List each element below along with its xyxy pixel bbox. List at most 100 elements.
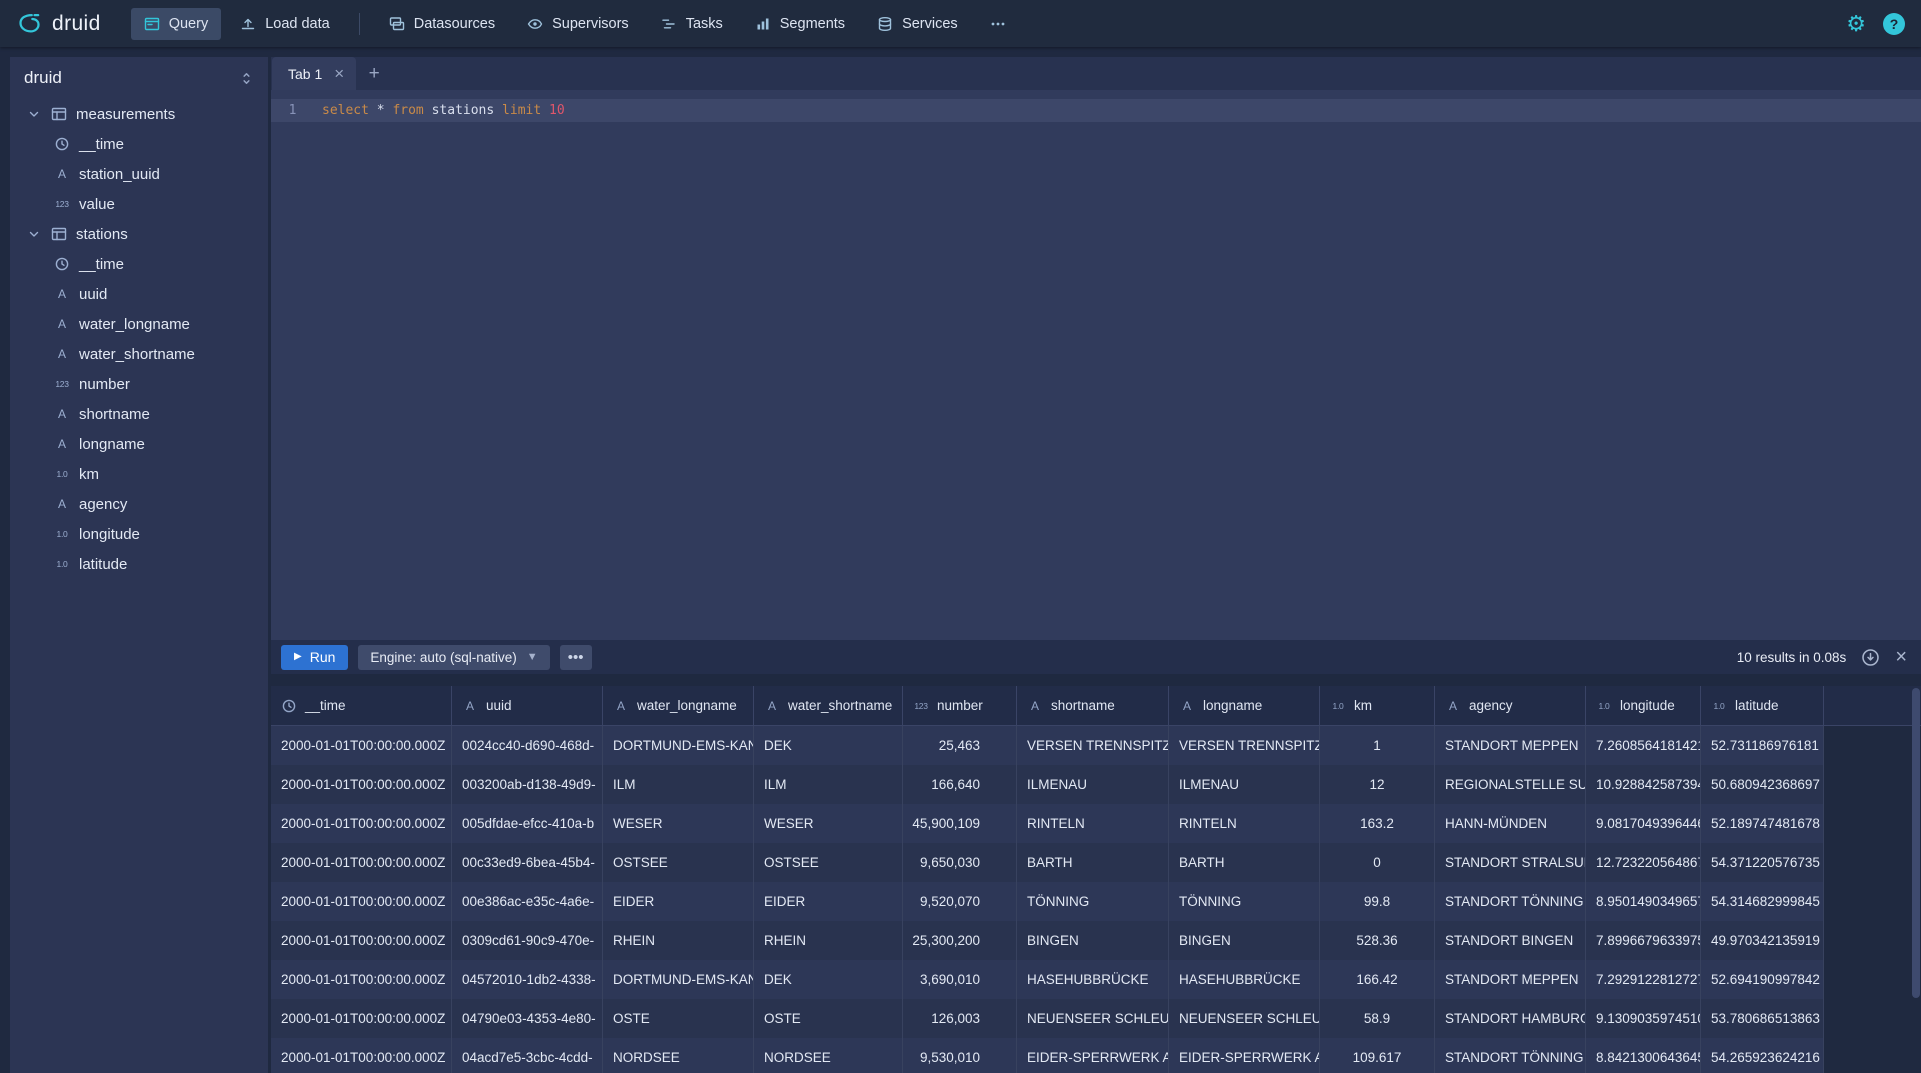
cell-km[interactable]: 528.36	[1320, 921, 1435, 960]
cell-__time[interactable]: 2000-01-01T00:00:00.000Z	[271, 765, 452, 804]
cell-water_longname[interactable]: DORTMUND-EMS-KANAL	[603, 960, 754, 999]
tree-column-longitude[interactable]: 1.0longitude	[10, 519, 268, 549]
tree-table-measurements[interactable]: measurements	[10, 99, 268, 129]
cell-agency[interactable]: STANDORT HAMBURG	[1435, 999, 1586, 1038]
tree-column-uuid[interactable]: Auuid	[10, 279, 268, 309]
tree-column-latitude[interactable]: 1.0latitude	[10, 549, 268, 579]
cell-number[interactable]: 126,003	[903, 999, 1017, 1038]
cell-water_longname[interactable]: NORDSEE	[603, 1038, 754, 1073]
cell-number[interactable]: 9,520,070	[903, 882, 1017, 921]
cell-uuid[interactable]: 0024cc40-d690-468d-	[452, 726, 603, 765]
sql-editor[interactable]: 1 select * from stations limit 10	[271, 90, 1921, 640]
tree-column-agency[interactable]: Aagency	[10, 489, 268, 519]
cell-longitude[interactable]: 9.1309035974510	[1586, 999, 1701, 1038]
cell-shortname[interactable]: RINTELN	[1017, 804, 1169, 843]
cell-latitude[interactable]: 54.371220576735	[1701, 843, 1824, 882]
tree-column-__time[interactable]: __time	[10, 129, 268, 159]
cell-water_shortname[interactable]: ILM	[754, 765, 903, 804]
cell-uuid[interactable]: 04572010-1db2-4338-	[452, 960, 603, 999]
cell-longname[interactable]: EIDER-SPERRWERK AP	[1169, 1038, 1320, 1073]
cell-water_longname[interactable]: OSTE	[603, 999, 754, 1038]
cell-longname[interactable]: NEUENSEER SCHLEUSE	[1169, 999, 1320, 1038]
close-tab-icon[interactable]: ×	[334, 65, 344, 82]
cell-water_shortname[interactable]: OSTSEE	[754, 843, 903, 882]
cell-shortname[interactable]: VERSEN TRENNSPITZE	[1017, 726, 1169, 765]
cell-latitude[interactable]: 52.731186976181	[1701, 726, 1824, 765]
cell-longitude[interactable]: 8.8421300643645	[1586, 1038, 1701, 1073]
nav-more[interactable]	[977, 8, 1019, 40]
cell-uuid[interactable]: 00c33ed9-6bea-45b4-	[452, 843, 603, 882]
nav-query[interactable]: Query	[131, 8, 222, 40]
cell-__time[interactable]: 2000-01-01T00:00:00.000Z	[271, 1038, 452, 1073]
table-row[interactable]: 2000-01-01T00:00:00.000Z04572010-1db2-43…	[271, 960, 1824, 999]
cell-longitude[interactable]: 9.0817049396446	[1586, 804, 1701, 843]
add-tab-button[interactable]: +	[356, 57, 392, 90]
cell-latitude[interactable]: 54.314682999845	[1701, 882, 1824, 921]
tab-1[interactable]: Tab 1 ×	[272, 57, 356, 90]
column-header-water_shortname[interactable]: Awater_shortname	[754, 686, 903, 725]
cell-__time[interactable]: 2000-01-01T00:00:00.000Z	[271, 804, 452, 843]
cell-km[interactable]: 0	[1320, 843, 1435, 882]
tree-column-number[interactable]: 123number	[10, 369, 268, 399]
column-header-__time[interactable]: __time	[271, 686, 452, 725]
tree-column-km[interactable]: 1.0km	[10, 459, 268, 489]
tree-column-water_longname[interactable]: Awater_longname	[10, 309, 268, 339]
cell-water_longname[interactable]: WESER	[603, 804, 754, 843]
tree-column-station_uuid[interactable]: Astation_uuid	[10, 159, 268, 189]
cell-km[interactable]: 166.42	[1320, 960, 1435, 999]
cell-number[interactable]: 25,463	[903, 726, 1017, 765]
help-icon[interactable]: ?	[1883, 13, 1905, 35]
tree-column-__time[interactable]: __time	[10, 249, 268, 279]
cell-longname[interactable]: TÖNNING	[1169, 882, 1320, 921]
cell-__time[interactable]: 2000-01-01T00:00:00.000Z	[271, 726, 452, 765]
cell-agency[interactable]: STANDORT MEPPEN	[1435, 960, 1586, 999]
nav-supervisors[interactable]: Supervisors	[514, 8, 642, 40]
cell-agency[interactable]: STANDORT STRALSUND	[1435, 843, 1586, 882]
cell-longname[interactable]: RINTELN	[1169, 804, 1320, 843]
cell-shortname[interactable]: ILMENAU	[1017, 765, 1169, 804]
cell-km[interactable]: 109.617	[1320, 1038, 1435, 1073]
cell-water_longname[interactable]: DORTMUND-EMS-KANAL	[603, 726, 754, 765]
cell-number[interactable]: 9,530,010	[903, 1038, 1017, 1073]
download-icon[interactable]	[1861, 648, 1880, 667]
tree-column-shortname[interactable]: Ashortname	[10, 399, 268, 429]
cell-km[interactable]: 58.9	[1320, 999, 1435, 1038]
table-row[interactable]: 2000-01-01T00:00:00.000Z003200ab-d138-49…	[271, 765, 1824, 804]
column-header-longname[interactable]: Alongname	[1169, 686, 1320, 725]
cell-longitude[interactable]: 12.723220564867	[1586, 843, 1701, 882]
cell-longname[interactable]: HASEHUBBRÜCKE	[1169, 960, 1320, 999]
column-header-shortname[interactable]: Ashortname	[1017, 686, 1169, 725]
cell-water_longname[interactable]: OSTSEE	[603, 843, 754, 882]
sort-icon[interactable]	[239, 71, 254, 86]
nav-load-data[interactable]: Load data	[227, 8, 343, 40]
cell-__time[interactable]: 2000-01-01T00:00:00.000Z	[271, 960, 452, 999]
cell-uuid[interactable]: 00e386ac-e35c-4a6e-	[452, 882, 603, 921]
run-button[interactable]: ▶ Run	[281, 645, 348, 670]
cell-uuid[interactable]: 04acd7e5-3cbc-4cdd-	[452, 1038, 603, 1073]
tree-column-value[interactable]: 123value	[10, 189, 268, 219]
nav-datasources[interactable]: Datasources	[376, 8, 508, 40]
cell-agency[interactable]: STANDORT TÖNNING	[1435, 882, 1586, 921]
tree-column-longname[interactable]: Alongname	[10, 429, 268, 459]
nav-services[interactable]: Services	[864, 8, 971, 40]
cell-number[interactable]: 9,650,030	[903, 843, 1017, 882]
cell-latitude[interactable]: 52.189747481678	[1701, 804, 1824, 843]
cell-longitude[interactable]: 7.2929122812727	[1586, 960, 1701, 999]
cell-__time[interactable]: 2000-01-01T00:00:00.000Z	[271, 843, 452, 882]
cell-number[interactable]: 45,900,109	[903, 804, 1017, 843]
cell-water_shortname[interactable]: WESER	[754, 804, 903, 843]
cell-km[interactable]: 163.2	[1320, 804, 1435, 843]
cell-__time[interactable]: 2000-01-01T00:00:00.000Z	[271, 921, 452, 960]
cell-shortname[interactable]: EIDER-SPERRWERK AP	[1017, 1038, 1169, 1073]
cell-latitude[interactable]: 53.780686513863	[1701, 999, 1824, 1038]
cell-longname[interactable]: BARTH	[1169, 843, 1320, 882]
column-header-uuid[interactable]: Auuid	[452, 686, 603, 725]
cell-__time[interactable]: 2000-01-01T00:00:00.000Z	[271, 999, 452, 1038]
tree-column-water_shortname[interactable]: Awater_shortname	[10, 339, 268, 369]
scrollbar-thumb[interactable]	[1912, 688, 1920, 998]
cell-km[interactable]: 12	[1320, 765, 1435, 804]
cell-latitude[interactable]: 50.680942368697	[1701, 765, 1824, 804]
column-header-agency[interactable]: Aagency	[1435, 686, 1586, 725]
cell-latitude[interactable]: 54.265923624216	[1701, 1038, 1824, 1073]
cell-uuid[interactable]: 003200ab-d138-49d9-	[452, 765, 603, 804]
